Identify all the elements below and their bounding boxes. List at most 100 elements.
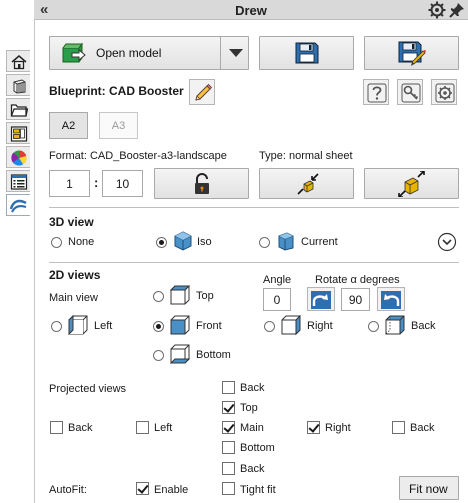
autofit-label: AutoFit: — [49, 484, 87, 496]
pin-icon[interactable] — [449, 2, 465, 18]
angle-field[interactable]: 0 — [263, 288, 291, 311]
edit-blueprint-button[interactable] — [189, 79, 215, 105]
blueprint-label: Blueprint: CAD Booster — [49, 84, 184, 98]
cube-bottom-icon — [169, 344, 191, 364]
paper-size-a3[interactable]: A3 — [99, 112, 138, 139]
main-view-bottom-label: Bottom — [196, 349, 231, 361]
projected-bottom-label: Bottom — [240, 442, 275, 454]
question-icon — [367, 83, 387, 103]
scale-denominator-field[interactable]: 10 — [102, 170, 143, 197]
open-model-label: Open model — [96, 46, 162, 60]
main-view-left-radio[interactable] — [51, 321, 62, 332]
fit-now-label: Fit now — [409, 482, 448, 496]
home-icon — [11, 55, 27, 70]
main-view-bottom-radio[interactable] — [153, 350, 164, 361]
view3d-iso-radio[interactable] — [156, 237, 167, 248]
save-as-button[interactable] — [364, 36, 459, 70]
projected-main-label: Main — [240, 422, 264, 434]
blueprint-settings-button[interactable] — [431, 79, 457, 105]
projected-bottom-checkbox[interactable] — [222, 441, 235, 454]
view3d-none-radio[interactable] — [51, 237, 62, 248]
projected-left-label: Left — [154, 422, 173, 434]
wave-icon — [10, 199, 27, 213]
views2d-heading: 2D views — [49, 268, 101, 282]
projected-main-checkbox[interactable] — [222, 421, 235, 434]
main-view-back-radio[interactable] — [368, 321, 379, 332]
color-wheel-icon — [11, 150, 27, 166]
main-view-top-radio[interactable] — [153, 291, 164, 302]
projected-back-left-label: Back — [68, 422, 93, 434]
autofit-tight-fit-checkbox[interactable] — [222, 482, 235, 495]
main-view-right-label: Right — [307, 320, 333, 332]
scale-down-button[interactable] — [259, 168, 354, 199]
scale-numerator-field[interactable]: 1 — [49, 170, 90, 197]
expand-chevron-icon[interactable] — [437, 232, 457, 252]
projected-back-top-label: Back — [240, 382, 265, 394]
main-view-left-label: Left — [94, 320, 113, 332]
title-bar: « Drew — [34, 0, 468, 20]
sidebar-tabs — [6, 47, 30, 225]
projected-top-label: Top — [240, 402, 258, 414]
view3d-none-label: None — [68, 236, 95, 248]
open-model-dropdown[interactable] — [220, 37, 249, 69]
rotate-label: Rotate α degrees — [315, 274, 400, 286]
projected-views-label: Projected views — [49, 383, 127, 395]
rotate-clockwise-button[interactable] — [307, 287, 335, 311]
cube-left-icon — [68, 314, 88, 336]
current-cube-icon — [278, 232, 294, 251]
angle-label: Angle — [263, 274, 292, 286]
autofit-tight-fit-label: Tight fit — [240, 484, 276, 496]
format-label: Format: CAD_Booster-a3-landscape — [49, 150, 227, 162]
projected-right-checkbox[interactable] — [307, 421, 320, 434]
rotate-ccw-icon — [381, 291, 401, 309]
paper-size-a2[interactable]: A2 — [49, 112, 88, 139]
main-view-back-label: Back — [411, 320, 436, 332]
sidebar-tab-list[interactable] — [6, 170, 30, 192]
projected-back-right-label: Back — [410, 422, 435, 434]
enlarge-icon — [398, 171, 425, 197]
drawing-icon — [10, 126, 28, 142]
floppy-save-as-icon — [398, 41, 426, 66]
help-button[interactable] — [363, 79, 389, 105]
projected-back-right-checkbox[interactable] — [392, 421, 405, 434]
cube-front-icon — [170, 315, 190, 335]
sidebar-tab-drawing[interactable] — [6, 122, 30, 144]
sidebar-tab-home[interactable] — [6, 50, 30, 72]
open-model-icon — [62, 42, 86, 63]
pencil-icon — [195, 83, 213, 101]
rotate-counterclockwise-button[interactable] — [377, 287, 405, 311]
license-key-button[interactable] — [397, 79, 423, 105]
settings-gear-icon[interactable] — [428, 1, 446, 19]
main-view-front-radio[interactable] — [153, 321, 164, 332]
lock-icon — [195, 173, 209, 194]
sheet-type-label: Type: normal sheet — [259, 150, 353, 162]
scale-separator: : — [94, 175, 99, 190]
sidebar-tab-colors[interactable] — [6, 146, 30, 168]
separator — [49, 207, 459, 208]
autofit-enable-checkbox[interactable] — [136, 482, 149, 495]
sidebar-tab-parts[interactable] — [6, 74, 30, 96]
rotate-cw-icon — [311, 291, 331, 309]
main-view-label: Main view — [49, 292, 98, 304]
open-model-button[interactable]: Open model — [49, 36, 249, 70]
fit-now-button[interactable]: Fit now — [399, 476, 459, 500]
projected-back-bottom-checkbox[interactable] — [222, 462, 235, 475]
projected-left-checkbox[interactable] — [136, 421, 149, 434]
rotate-degrees-field[interactable]: 90 — [341, 288, 370, 311]
save-button[interactable] — [259, 36, 354, 70]
projected-back-top-checkbox[interactable] — [222, 381, 235, 394]
sidebar-tab-files[interactable] — [6, 98, 30, 120]
list-icon — [10, 174, 28, 190]
projected-top-checkbox[interactable] — [222, 401, 235, 414]
main-view-top-label: Top — [196, 290, 214, 302]
projected-right-label: Right — [325, 422, 351, 434]
main-view-right-radio[interactable] — [264, 321, 275, 332]
projected-back-left-checkbox[interactable] — [50, 421, 63, 434]
iso-cube-icon — [174, 231, 192, 251]
key-icon — [401, 83, 421, 103]
scale-up-button[interactable] — [364, 168, 459, 199]
view3d-current-radio[interactable] — [259, 237, 270, 248]
autofit-enable-label: Enable — [154, 484, 189, 496]
lock-scale-button[interactable] — [154, 168, 249, 199]
sidebar-tab-drew[interactable] — [6, 194, 30, 216]
